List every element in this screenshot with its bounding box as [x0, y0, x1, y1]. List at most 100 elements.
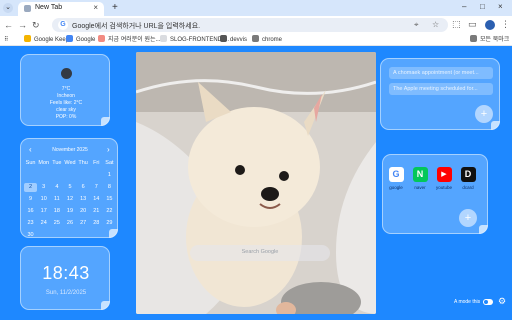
calendar-day[interactable]: 14	[90, 195, 103, 204]
calendar-day[interactable]: 22	[103, 207, 116, 216]
calendar-empty-cell	[77, 171, 90, 180]
dcard-icon: D	[460, 167, 476, 182]
calendar-day[interactable]: 9	[24, 195, 37, 204]
background-photo-dog: Search Google	[136, 52, 376, 314]
add-shortcut-button[interactable]: +	[459, 209, 477, 227]
toolbar: ← → ↻ G Google에서 검색하거나 URL을 입력하세요. ⌖ ☆ ⬚…	[0, 16, 512, 34]
bookmark-slog[interactable]: SLOG-FRONTEND-...	[160, 35, 229, 45]
calendar-day[interactable]: 28	[90, 219, 103, 228]
shortcut-naver[interactable]: N naver	[409, 167, 431, 190]
calendar-day[interactable]: 29	[103, 219, 116, 228]
todo-item[interactable]: The Apple meeting scheduled for...	[389, 83, 493, 95]
mode-toggle[interactable]	[483, 299, 493, 305]
location-icon[interactable]: ⌖	[414, 20, 419, 30]
todo-widget: A chomaek appointment (or meet... The Ap…	[380, 58, 500, 130]
calendar-empty-cell	[63, 171, 76, 180]
tab-new-tab[interactable]: New Tab ×	[18, 2, 104, 16]
keep-icon	[24, 35, 31, 42]
bookmark-star-icon[interactable]: ☆	[432, 20, 439, 29]
calendar-day[interactable]: 2	[24, 183, 38, 192]
shortcut-label: youtube	[435, 185, 452, 190]
calendar-day[interactable]: 21	[90, 207, 103, 216]
weather-temp: 7°C	[61, 86, 71, 92]
calendar-day[interactable]: 20	[77, 207, 90, 216]
google-icon: G	[388, 167, 404, 182]
extensions-icon[interactable]: ⬚	[452, 19, 461, 30]
shortcut-label: google	[389, 185, 403, 190]
calendar-day[interactable]: 10	[37, 195, 50, 204]
calendar-day[interactable]: 7	[90, 183, 103, 192]
clock-date: Sun, 11/2/2025	[45, 290, 87, 296]
bookmark-chrome-folder[interactable]: chrome	[252, 35, 282, 45]
calendar-day[interactable]: 25	[50, 219, 63, 228]
bookmark-korean-site[interactable]: 지금 여러분이 원는...	[98, 35, 161, 45]
menu-icon[interactable]: ⋮	[501, 19, 510, 30]
settings-gear-icon[interactable]: ⚙	[498, 296, 506, 306]
calendar-day[interactable]: 19	[63, 207, 76, 216]
calendar-day[interactable]: 12	[63, 195, 76, 204]
bookmark-devvis[interactable]: devvis	[220, 35, 247, 45]
shortcut-dcard[interactable]: D dcard	[457, 167, 479, 190]
shortcut-google[interactable]: G google	[385, 167, 407, 190]
apps-grid-icon[interactable]: ⠿	[4, 35, 8, 45]
calendar-day[interactable]: 27	[77, 219, 90, 228]
add-todo-button[interactable]: +	[475, 105, 493, 123]
calendar-day[interactable]: 5	[63, 183, 76, 192]
close-window-button[interactable]: ×	[498, 2, 503, 11]
calendar-widget: ‹ November 2025 › Sun Mon Tue Wed Thu Fri Sat 1…	[20, 138, 118, 238]
calendar-day[interactable]: 17	[37, 207, 50, 216]
tab-strip: ⌄ New Tab × + – □ ×	[0, 0, 512, 16]
calendar-day[interactable]: 23	[24, 219, 37, 228]
shortcut-label: naver	[414, 185, 426, 190]
minimize-button[interactable]: –	[462, 2, 466, 11]
calendar-empty-cell	[90, 171, 103, 180]
card-fold	[109, 229, 118, 238]
calendar-day[interactable]: 30	[24, 231, 37, 240]
profile-avatar[interactable]	[485, 20, 495, 30]
calendar-day[interactable]: 24	[37, 219, 50, 228]
shortcut-youtube[interactable]: ▶ youtube	[433, 167, 455, 190]
bookmarks-bar: ⠿ Google Keep Google 지금 여러분이 원는... SLOG-…	[0, 34, 512, 46]
calendar-day[interactable]: 16	[24, 207, 37, 216]
calendar-day[interactable]: 26	[63, 219, 76, 228]
calendar-day[interactable]: 18	[50, 207, 63, 216]
weather-widget: 7°C Incheon Feels like: 2°C clear sky PO…	[20, 54, 110, 126]
reload-icon[interactable]: ↻	[32, 19, 40, 31]
calendar-weekday: Tue	[52, 160, 62, 166]
bookmark-google-keep[interactable]: Google Keep	[24, 35, 69, 45]
calendar-day[interactable]: 15	[103, 195, 116, 204]
back-icon[interactable]: ←	[4, 19, 13, 31]
calendar-day[interactable]: 8	[103, 183, 116, 192]
calendar-empty-cell	[50, 171, 63, 180]
site-icon	[98, 35, 105, 42]
calendar-day[interactable]: 4	[50, 183, 63, 192]
todo-item[interactable]: A chomaek appointment (or meet...	[389, 67, 493, 79]
calendar-day[interactable]: 11	[50, 195, 63, 204]
maximize-button[interactable]: □	[480, 2, 485, 11]
tab-close-icon[interactable]: ×	[93, 3, 98, 12]
github-icon	[220, 35, 227, 42]
tab-search-toolbar-icon[interactable]: ▭	[468, 19, 477, 30]
bookmark-google[interactable]: Google	[66, 35, 95, 45]
bookmark-label: 지금 여러분이 원는...	[108, 37, 161, 43]
search-input[interactable]: Search Google	[190, 249, 330, 255]
folder-icon	[252, 35, 259, 42]
calendar-day[interactable]: 13	[77, 195, 90, 204]
calendar-empty-cell	[24, 171, 37, 180]
all-bookmarks[interactable]: 모든 북마크	[470, 35, 509, 45]
calendar-month: November 2025	[52, 147, 88, 153]
calendar-empty-cell	[37, 171, 50, 180]
all-bookmarks-label: 모든 북마크	[480, 37, 510, 43]
calendar-day[interactable]: 6	[77, 183, 90, 192]
forward-icon[interactable]: →	[18, 19, 27, 31]
omnibox-text[interactable]: Google에서 검색하거나 URL을 입력하세요.	[72, 21, 200, 31]
calendar-weekday: Wed	[64, 160, 76, 166]
omnibox[interactable]: G Google에서 검색하거나 URL을 입력하세요. ⌖ ☆	[52, 18, 448, 32]
tab-search-icon[interactable]: ⌄	[3, 3, 13, 13]
new-tab-button[interactable]: +	[112, 2, 118, 14]
tab-title: New Tab	[35, 4, 63, 11]
calendar-day[interactable]: 1	[103, 171, 116, 180]
calendar-day[interactable]: 3	[37, 183, 50, 192]
calendar-next-icon[interactable]: ›	[107, 145, 110, 154]
search-box[interactable]: Search Google	[190, 245, 330, 261]
